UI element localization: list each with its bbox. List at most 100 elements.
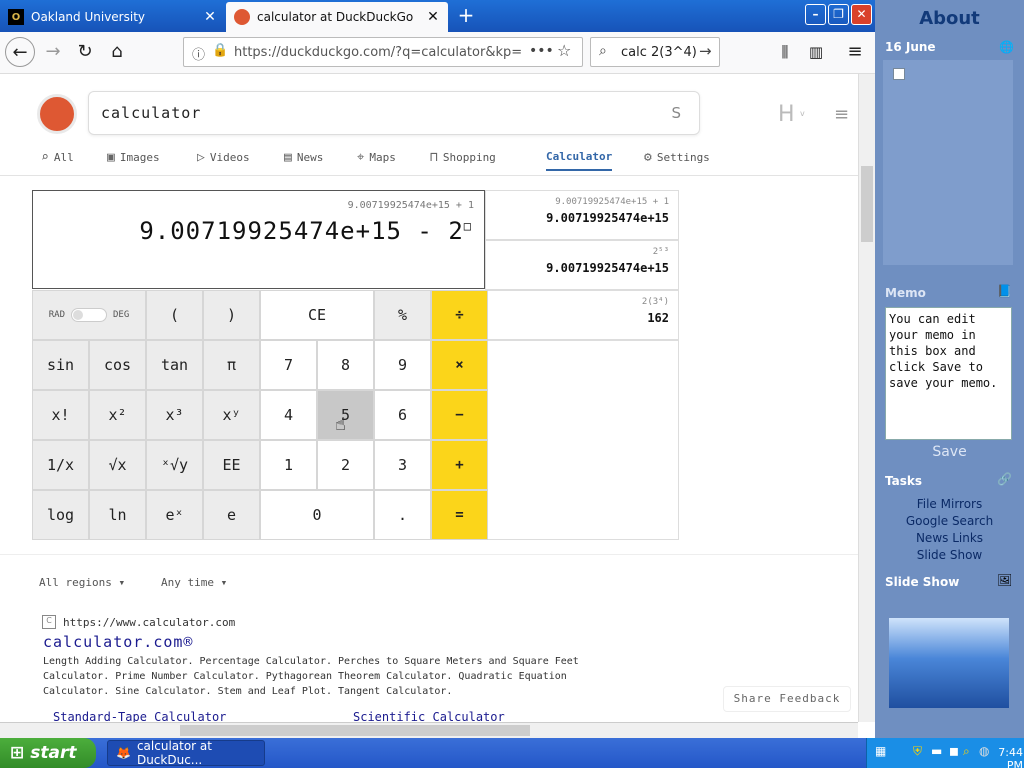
keyboard-icon[interactable]: ▦ [875, 744, 886, 758]
info-icon[interactable]: ⓘ [192, 44, 205, 63]
speaker-icon[interactable]: ◼ [949, 744, 959, 758]
nav-all[interactable]: ⌕ All [41, 150, 74, 165]
duckduckgo-logo[interactable] [37, 94, 77, 134]
nav-settings[interactable]: ⚙ Settings [644, 150, 710, 165]
result-sublink[interactable]: Scientific Calculator [353, 710, 505, 722]
history-item[interactable]: 9.00719925474e+15 + 1 9.00719925474e+15 [485, 190, 679, 240]
close-tab-icon[interactable]: ✕ [426, 9, 440, 25]
nav-maps[interactable]: ⌖ Maps [357, 150, 396, 165]
close-tab-icon[interactable]: ✕ [203, 9, 217, 25]
rad-deg-toggle[interactable]: RAD DEG [32, 290, 146, 340]
horizontal-scrollbar[interactable] [0, 722, 858, 738]
key-ce[interactable]: CE [260, 290, 374, 340]
h-icon[interactable]: H [778, 102, 795, 127]
result-sublink[interactable]: Standard-Tape Calculator [53, 710, 226, 722]
back-button[interactable]: ← [5, 37, 35, 67]
reload-button[interactable]: ↻ [70, 37, 100, 67]
key-divide[interactable]: ÷ [431, 290, 488, 340]
key-sqrt[interactable]: √x [89, 440, 146, 490]
nav-images[interactable]: ▣ Images [107, 150, 160, 165]
task-link[interactable]: Google Search [875, 514, 1024, 528]
key-pi[interactable]: π [203, 340, 260, 390]
key-decimal[interactable]: . [374, 490, 431, 540]
home-button[interactable]: ⌂ [102, 37, 132, 67]
key-7[interactable]: 7 [260, 340, 317, 390]
url-text[interactable]: https://duckduckgo.com/?q=calculator&kp= [234, 45, 522, 60]
result-title[interactable]: calculator.com® [43, 633, 193, 651]
close-window-button[interactable]: ✕ [851, 4, 872, 25]
display-icon[interactable]: ▬ [931, 744, 942, 758]
start-button[interactable]: ⊞ start [0, 738, 96, 768]
taskbar-window-button[interactable]: 🦊 calculator at DuckDuc... [107, 739, 265, 767]
forward-button[interactable]: → [38, 37, 68, 67]
minimize-button[interactable]: – [805, 4, 826, 25]
security-shield-icon[interactable]: ⛨ [913, 744, 922, 759]
search-go-icon[interactable]: → [699, 42, 712, 60]
sidebar-toggle-icon[interactable]: ▥ [801, 37, 831, 67]
key-close-paren[interactable]: ) [203, 290, 260, 340]
key-factorial[interactable]: x! [32, 390, 89, 440]
key-3[interactable]: 3 [374, 440, 431, 490]
task-link[interactable]: News Links [875, 531, 1024, 545]
memo-textarea[interactable]: You can edit your memo in this box and c… [885, 307, 1012, 440]
task-link[interactable]: File Mirrors [875, 497, 1024, 511]
scrollbar-thumb[interactable] [861, 166, 873, 242]
key-exp[interactable]: eˣ [146, 490, 203, 540]
key-0[interactable]: 0 [260, 490, 374, 540]
key-plus[interactable]: + [431, 440, 488, 490]
key-multiply[interactable]: × [431, 340, 488, 390]
nav-shopping[interactable]: ⊓ Shopping [430, 150, 496, 165]
key-4[interactable]: 4 [260, 390, 317, 440]
new-tab-button[interactable]: + [455, 4, 477, 28]
history-item[interactable]: 2⁵³ 9.00719925474e+15 [485, 240, 679, 290]
nav-news[interactable]: ▤ News [284, 150, 323, 165]
search-text[interactable]: calc 2(3^4) [621, 45, 697, 60]
share-feedback-button[interactable]: Share Feedback [723, 686, 851, 712]
key-2[interactable]: 2 [317, 440, 374, 490]
time-filter[interactable]: Any time ▾ [161, 576, 227, 589]
key-ln[interactable]: ln [89, 490, 146, 540]
key-minus[interactable]: − [431, 390, 488, 440]
scrollbar-thumb[interactable] [180, 725, 530, 736]
tab-oakland-university[interactable]: O Oakland University ✕ [0, 2, 225, 32]
key-square[interactable]: x² [89, 390, 146, 440]
key-root[interactable]: ˣ√y [146, 440, 203, 490]
key-cos[interactable]: cos [89, 340, 146, 390]
key-reciprocal[interactable]: 1/x [32, 440, 89, 490]
ddg-query-text[interactable]: calculator [101, 104, 201, 122]
ddg-menu-icon[interactable]: ≡ [834, 104, 849, 125]
nav-videos[interactable]: ▷ Videos [197, 150, 250, 165]
chevron-down-icon[interactable]: v [800, 109, 805, 118]
key-ee[interactable]: EE [203, 440, 260, 490]
bookmark-star-icon[interactable]: ☆ [557, 41, 571, 60]
ddg-search-box[interactable]: calculator S [88, 91, 700, 135]
key-percent[interactable]: % [374, 290, 431, 340]
key-6[interactable]: 6 [374, 390, 431, 440]
clear-search-icon[interactable]: S [671, 104, 681, 122]
key-cube[interactable]: x³ [146, 390, 203, 440]
key-9[interactable]: 9 [374, 340, 431, 390]
key-power[interactable]: xʸ [203, 390, 260, 440]
history-item[interactable]: 2(3⁴) 162 [485, 290, 679, 340]
key-open-paren[interactable]: ( [146, 290, 203, 340]
key-log[interactable]: log [32, 490, 89, 540]
save-button[interactable]: Save [875, 444, 1024, 460]
region-filter[interactable]: All regions ▾ [39, 576, 125, 589]
key-sin[interactable]: sin [32, 340, 89, 390]
result-url[interactable]: https://www.calculator.com [63, 616, 235, 629]
library-icon[interactable]: ⫼ [770, 37, 800, 67]
vertical-scrollbar[interactable] [858, 74, 875, 722]
url-bar[interactable]: ⓘ 🔒 https://duckduckgo.com/?q=calculator… [183, 37, 583, 67]
menu-icon[interactable]: ≡ [840, 37, 870, 67]
task-link[interactable]: Slide Show [875, 548, 1024, 562]
tab-duckduckgo[interactable]: calculator at DuckDuckGo ✕ [226, 2, 448, 32]
key-equals[interactable]: = [431, 490, 488, 540]
clock[interactable]: 7:44 PM [983, 746, 1023, 772]
search-bar[interactable]: ⌕ calc 2(3^4) → [590, 37, 720, 67]
key-tan[interactable]: tan [146, 340, 203, 390]
toggle-switch[interactable] [71, 308, 107, 322]
nav-calculator[interactable]: Calculator [546, 150, 613, 171]
page-actions-icon[interactable]: ••• [529, 43, 554, 59]
restore-button[interactable]: ❐ [828, 4, 849, 25]
key-8[interactable]: 8 [317, 340, 374, 390]
